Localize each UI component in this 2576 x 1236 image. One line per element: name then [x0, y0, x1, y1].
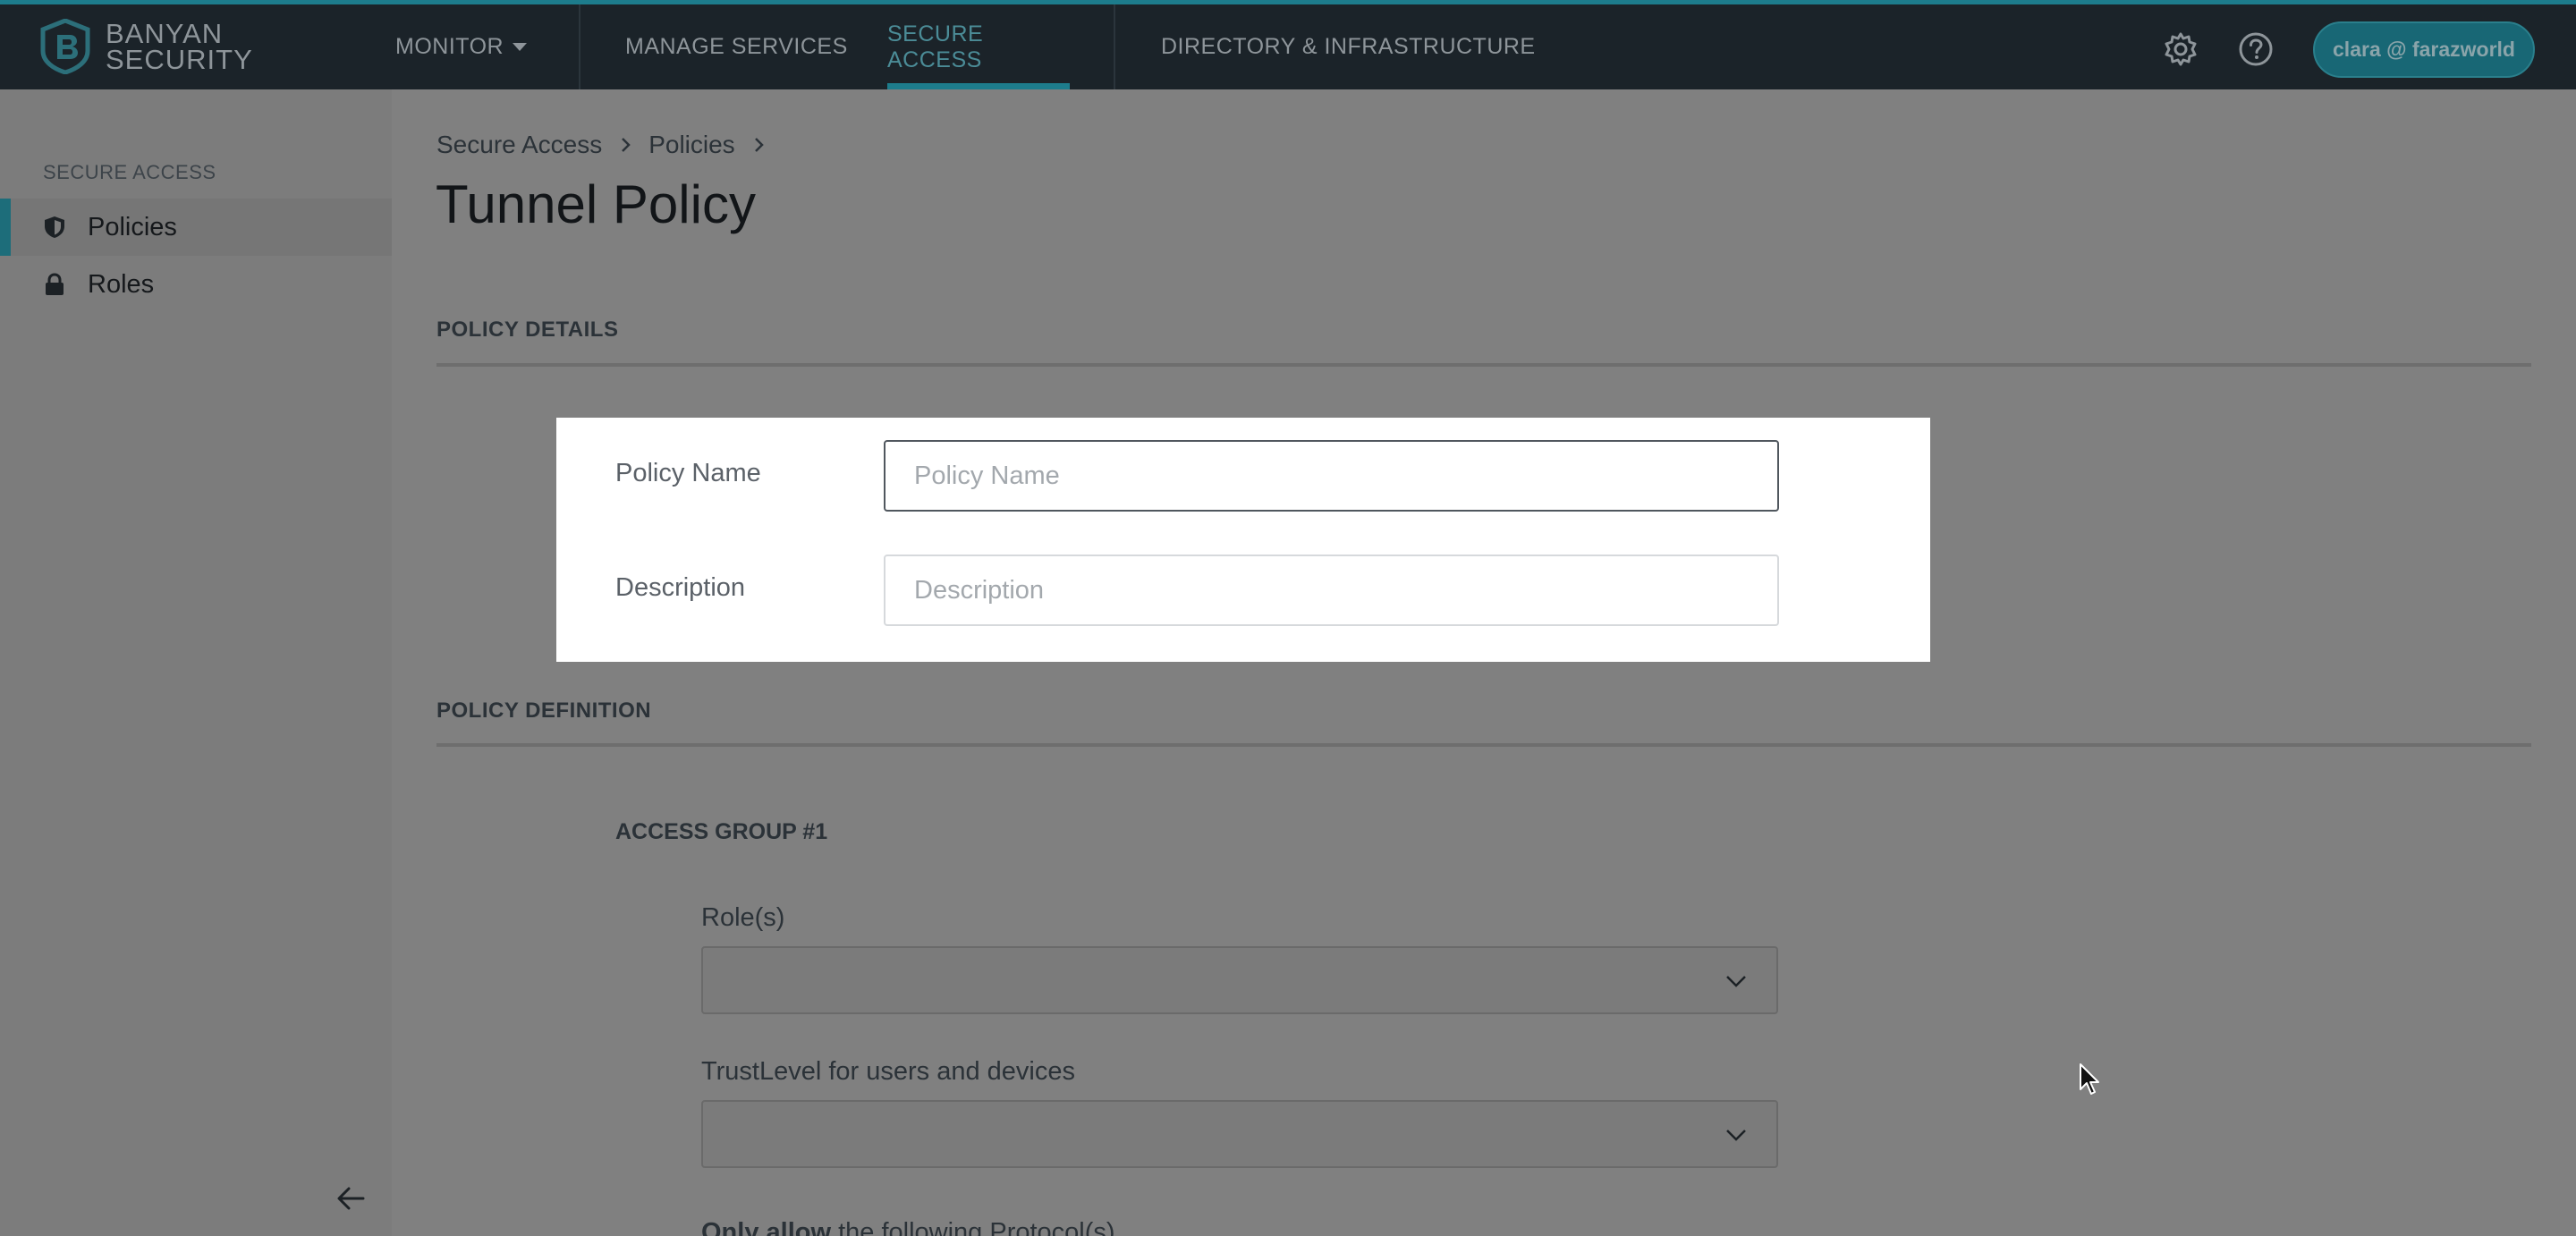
nav-manage-services-label: MANAGE SERVICES	[625, 34, 848, 59]
section-title-policy-details: POLICY DETAILS	[436, 317, 619, 342]
sidebar-item-roles[interactable]: Roles	[0, 256, 392, 313]
chevron-down-icon	[1726, 976, 1746, 987]
breadcrumb-secure-access[interactable]: Secure Access	[436, 131, 602, 159]
top-navigation-bar: BANYAN SECURITY MONITOR MANAGE SERVICES …	[0, 0, 2576, 89]
description-label: Description	[615, 573, 746, 602]
description-input[interactable]	[884, 555, 1779, 626]
trustlevel-select[interactable]	[701, 1100, 1778, 1168]
nav-manage-services[interactable]: MANAGE SERVICES	[625, 4, 848, 89]
user-menu-button[interactable]: clara @ farazworld	[2313, 21, 2535, 78]
breadcrumb: Secure Access Policies	[436, 131, 782, 159]
brand-line-2: SECURITY	[106, 44, 253, 75]
page-title: Tunnel Policy	[436, 174, 756, 234]
active-tab-indicator	[887, 83, 1070, 89]
section-title-policy-definition: POLICY DEFINITION	[436, 698, 652, 723]
roles-label: Role(s)	[701, 903, 785, 932]
banyan-logo-icon	[40, 19, 90, 74]
brand-line-1: BANYAN	[106, 18, 224, 49]
nav-divider	[1114, 4, 1115, 89]
gear-icon[interactable]	[2163, 31, 2199, 67]
access-group-title: ACCESS GROUP #1	[615, 819, 828, 844]
sidebar-item-policies[interactable]: Policies	[0, 199, 392, 256]
nav-directory-infrastructure[interactable]: DIRECTORY & INFRASTRUCTURE	[1161, 4, 1536, 89]
section-divider	[436, 743, 2531, 747]
sidebar: SECURE ACCESS Policies Roles	[0, 89, 392, 1236]
nav-directory-label: DIRECTORY & INFRASTRUCTURE	[1161, 34, 1536, 59]
help-icon[interactable]	[2238, 31, 2274, 67]
lock-icon	[46, 273, 64, 295]
sidebar-heading: SECURE ACCESS	[43, 161, 216, 183]
nav-monitor-label: MONITOR	[395, 34, 504, 59]
nav-monitor[interactable]: MONITOR	[395, 4, 528, 89]
sidebar-item-label: Roles	[88, 269, 155, 299]
caret-down-icon	[513, 43, 528, 51]
nav-secure-access[interactable]: SECURE ACCESS	[887, 4, 1070, 89]
sidebar-item-label: Policies	[88, 212, 177, 241]
policy-name-input[interactable]	[884, 440, 1779, 512]
roles-select[interactable]	[701, 946, 1778, 1014]
nav-secure-access-label: SECURE ACCESS	[887, 21, 984, 72]
chevron-right-icon	[622, 138, 631, 152]
brand-name: BANYAN SECURITY	[106, 18, 253, 75]
trustlevel-label: TrustLevel for users and devices	[701, 1057, 1076, 1086]
shield-icon	[45, 216, 64, 238]
nav-divider	[579, 4, 580, 89]
policy-details-card: Policy Name Description	[556, 418, 1930, 662]
section-divider	[436, 363, 2531, 367]
active-item-indicator	[0, 199, 11, 256]
mouse-cursor-icon	[2080, 1063, 2099, 1095]
chevron-right-icon	[754, 138, 764, 152]
protocols-label-rest: the following Protocol(s)	[831, 1218, 1115, 1236]
chevron-down-icon	[1726, 1130, 1746, 1141]
policy-name-label: Policy Name	[615, 459, 761, 487]
arrow-left-icon[interactable]	[333, 1181, 369, 1216]
protocols-label: Only allow the following Protocol(s)	[701, 1218, 1115, 1236]
brand-logo[interactable]: BANYAN SECURITY	[39, 19, 253, 74]
breadcrumb-policies[interactable]: Policies	[648, 131, 734, 159]
protocols-label-bold: Only allow	[701, 1218, 832, 1236]
